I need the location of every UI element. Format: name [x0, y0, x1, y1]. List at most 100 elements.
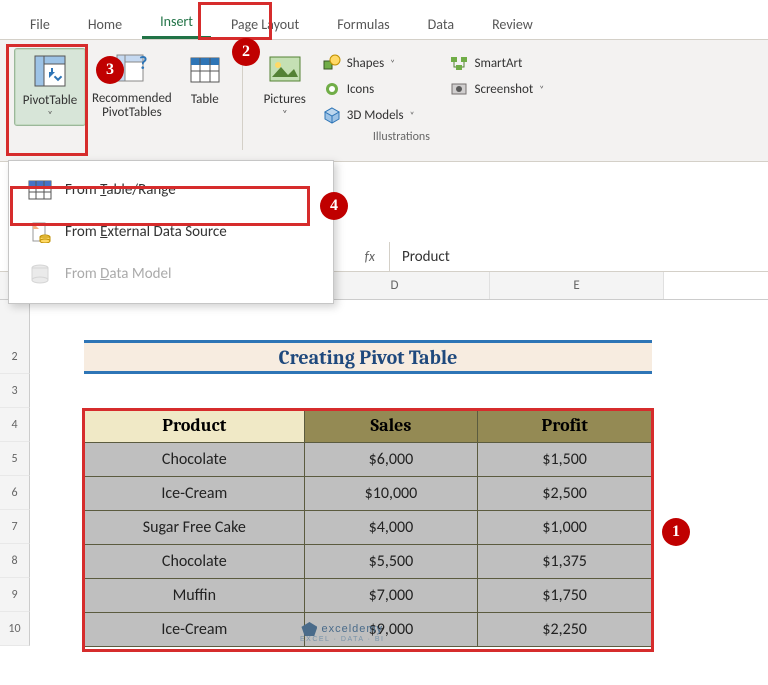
table-row: Chocolate $5,500 $1,375 [85, 545, 652, 579]
screenshot-label: Screenshot [474, 82, 533, 97]
row-header-5[interactable]: 5 [0, 442, 30, 476]
cell[interactable]: Chocolate [85, 443, 305, 477]
data-model-icon [27, 263, 53, 285]
cube-icon [323, 106, 341, 124]
pictures-label: Pictures [264, 92, 306, 107]
cell[interactable]: $7,000 [304, 579, 478, 613]
tab-page-layout[interactable]: Page Layout [213, 10, 317, 39]
pivottable-label: PivotTable [23, 93, 78, 108]
row-header-4[interactable]: 4 [0, 408, 30, 442]
icons-button[interactable]: Icons [317, 78, 421, 100]
step-badge-1: 1 [662, 518, 690, 546]
table-row: Muffin $7,000 $1,750 [85, 579, 652, 613]
chevron-down-icon: ˅ [539, 84, 544, 95]
from-table-range-item[interactable]: From Table/Range [13, 169, 329, 211]
cell[interactable]: $1,000 [478, 511, 652, 545]
tab-data[interactable]: Data [410, 10, 472, 39]
from-table-range-label: From Table/Range [65, 181, 176, 199]
cell[interactable]: Ice-Cream [85, 613, 305, 647]
step-badge-3: 3 [96, 56, 124, 84]
pivottable-icon [32, 53, 68, 89]
row-header-2[interactable]: 2 [0, 340, 30, 374]
row-header-7[interactable]: 7 [0, 510, 30, 544]
step-badge-2: 2 [232, 38, 260, 66]
step-badge-4: 4 [320, 192, 348, 220]
illustrations-group-label: Illustrations [253, 130, 550, 144]
tab-insert[interactable]: Insert [142, 7, 211, 39]
cell[interactable]: $10,000 [304, 477, 478, 511]
tab-review[interactable]: Review [474, 10, 551, 39]
cell[interactable]: Chocolate [85, 545, 305, 579]
row-header-6[interactable]: 6 [0, 476, 30, 510]
table-label: Table [191, 92, 219, 107]
from-external-label: From External Data Source [65, 223, 227, 241]
header-product[interactable]: Product [85, 409, 305, 443]
cell[interactable]: $1,750 [478, 579, 652, 613]
icons-icon [323, 80, 341, 98]
3d-models-button[interactable]: 3D Models ˅ [317, 104, 421, 126]
pivottable-dropdown: From Table/Range From External Data Sour… [8, 160, 334, 304]
ribbon-group-tables: PivotTable ˅ ? Recommended PivotTables [6, 46, 240, 126]
3d-models-label: 3D Models [347, 108, 404, 123]
row-headers: 2 3 4 5 6 7 8 9 10 [0, 300, 30, 646]
row-header-9[interactable]: 9 [0, 578, 30, 612]
row-header-8[interactable]: 8 [0, 544, 30, 578]
screenshot-button[interactable]: Screenshot ˅ [444, 78, 550, 100]
pictures-button[interactable]: Pictures ˅ [253, 48, 317, 126]
header-profit[interactable]: Profit [478, 409, 652, 443]
recommended-pivottables-label: Recommended PivotTables [92, 92, 172, 121]
from-external-item[interactable]: From External Data Source [13, 211, 329, 253]
watermark-icon [301, 622, 317, 636]
cell[interactable]: $4,000 [304, 511, 478, 545]
tab-file[interactable]: File [12, 10, 68, 39]
tab-home[interactable]: Home [70, 10, 140, 39]
smartart-button[interactable]: SmartArt [444, 52, 550, 74]
table-row: Sugar Free Cake $4,000 $1,000 [85, 511, 652, 545]
cell[interactable]: Sugar Free Cake [85, 511, 305, 545]
table-icon [187, 52, 223, 88]
pivottable-button[interactable]: PivotTable ˅ [14, 48, 86, 126]
cell[interactable]: $5,500 [304, 545, 478, 579]
table-header-row: Product Sales Profit [85, 409, 652, 443]
cell[interactable]: $1,500 [478, 443, 652, 477]
svg-text:?: ? [139, 53, 147, 74]
row-header-3[interactable]: 3 [0, 374, 30, 408]
shapes-label: Shapes [347, 56, 384, 71]
chevron-down-icon: ˅ [410, 110, 415, 121]
table-button[interactable]: Table [178, 48, 232, 126]
chevron-down-icon: ˅ [47, 108, 52, 121]
screenshot-icon [450, 80, 468, 98]
shapes-icon [323, 54, 341, 72]
formula-input[interactable]: Product [390, 248, 450, 266]
worksheet: 2 3 4 5 6 7 8 9 10 Creating Pivot Table … [0, 300, 768, 647]
fx-label[interactable]: fx [334, 242, 390, 271]
chevron-down-icon: ˅ [390, 58, 395, 69]
watermark: exceldemy EXCEL · DATA · BI [300, 622, 385, 643]
from-data-model-item: From Data Model [13, 253, 329, 295]
shapes-button[interactable]: Shapes ˅ [317, 52, 421, 74]
cell[interactable]: $6,000 [304, 443, 478, 477]
cell[interactable]: Ice-Cream [85, 477, 305, 511]
table-range-icon [27, 179, 53, 201]
cell[interactable]: $2,500 [478, 477, 652, 511]
chevron-down-icon: ˅ [282, 107, 287, 120]
ribbon-group-illustrations: Pictures ˅ Shapes ˅ Icons [245, 46, 558, 144]
ribbon-tabs: File Home Insert Page Layout Formulas Da… [0, 0, 768, 40]
data-table: Product Sales Profit Chocolate $6,000 $1… [84, 408, 652, 647]
row-header-10[interactable]: 10 [0, 612, 30, 646]
watermark-brand: exceldemy [321, 623, 383, 635]
watermark-sub: EXCEL · DATA · BI [300, 636, 385, 643]
pictures-icon [267, 52, 303, 88]
tab-formulas[interactable]: Formulas [319, 10, 407, 39]
table-row: Chocolate $6,000 $1,500 [85, 443, 652, 477]
from-data-model-label: From Data Model [65, 265, 171, 283]
external-data-icon [27, 221, 53, 243]
smartart-icon [450, 54, 468, 72]
table-row: Ice-Cream $10,000 $2,500 [85, 477, 652, 511]
header-sales[interactable]: Sales [304, 409, 478, 443]
cell[interactable]: $2,250 [478, 613, 652, 647]
col-header-e[interactable]: E [490, 272, 664, 299]
cell[interactable]: Muffin [85, 579, 305, 613]
smartart-label: SmartArt [474, 56, 522, 71]
cell[interactable]: $1,375 [478, 545, 652, 579]
